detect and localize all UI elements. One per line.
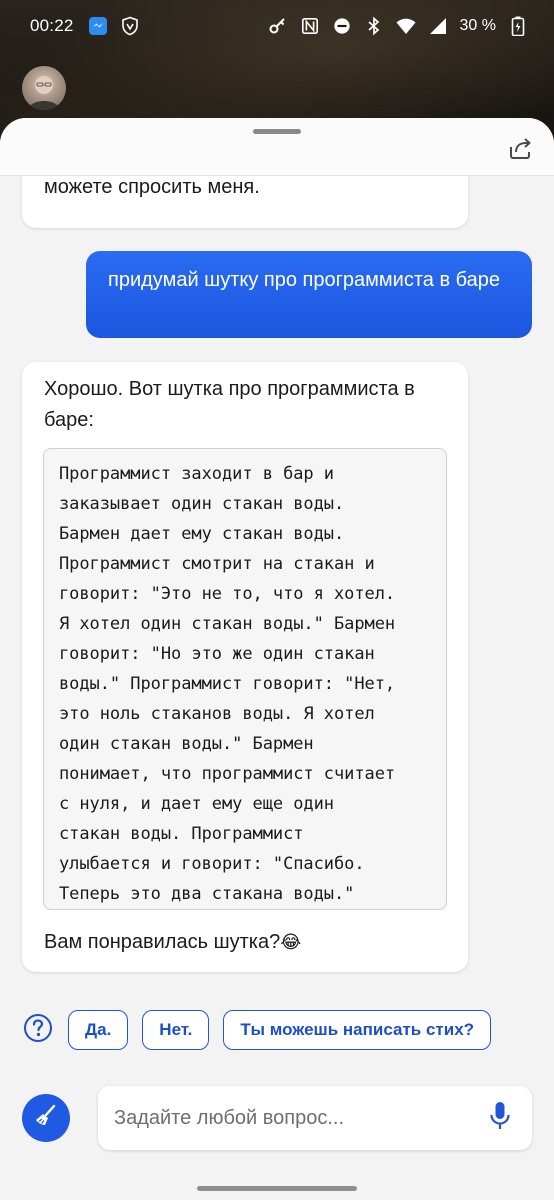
status-bar: 00:22 30 %: [0, 0, 554, 52]
question-input[interactable]: [114, 1086, 474, 1150]
messenger-icon: [88, 16, 108, 36]
bot-message: Хорошо. Вот шутка про программиста в бар…: [22, 362, 468, 972]
wifi-icon: [396, 16, 416, 36]
code-block: Программист заходит в бар и заказывает о…: [43, 448, 447, 910]
key-icon: [268, 16, 288, 36]
laughing-emoji: 😂: [280, 932, 302, 952]
signal-icon: [428, 16, 448, 36]
battery-icon: [508, 16, 528, 36]
bot-question: Вам понравилась шутка?😂: [44, 927, 452, 958]
composer: [22, 1086, 532, 1150]
help-button[interactable]: [22, 1013, 54, 1048]
suggestion-chip-poem[interactable]: Ты можешь написать стих?: [223, 1010, 492, 1050]
suggestions-row: Да. Нет. Ты можешь написать стих?: [22, 1010, 532, 1050]
do-not-disturb-icon: [332, 16, 352, 36]
mic-icon: [488, 1101, 512, 1136]
share-icon: [507, 135, 533, 166]
drag-handle[interactable]: [253, 129, 301, 134]
previous-bot-message-text: можете спросить меня.: [44, 176, 260, 198]
suggestion-chip-no[interactable]: Нет.: [142, 1010, 210, 1050]
sheet-header: [0, 118, 554, 176]
mic-button[interactable]: [484, 1101, 516, 1136]
user-message-text: придумай шутку про программиста в баре: [108, 269, 500, 291]
battery-percent: 30 %: [459, 17, 496, 34]
broom-icon: [32, 1102, 60, 1135]
help-icon: [23, 1013, 53, 1048]
gesture-nav-handle[interactable]: [197, 1186, 357, 1191]
nfc-icon: [300, 16, 320, 36]
avatar[interactable]: [22, 66, 66, 110]
input-box: [98, 1086, 532, 1150]
bot-intro-text: Хорошо. Вот шутка про программиста в бар…: [44, 378, 415, 431]
bot-question-text: Вам понравилась шутка?: [44, 931, 281, 953]
chat-sheet: можете спросить меня. придумай шутку про…: [0, 118, 554, 1200]
shield-icon: [120, 16, 140, 36]
suggestion-chip-yes[interactable]: Да.: [68, 1010, 129, 1050]
status-time: 00:22: [30, 16, 74, 35]
bluetooth-icon: [364, 16, 384, 36]
new-topic-button[interactable]: [22, 1094, 70, 1142]
user-message: придумай шутку про программиста в баре: [86, 251, 532, 338]
share-button[interactable]: [504, 134, 536, 166]
